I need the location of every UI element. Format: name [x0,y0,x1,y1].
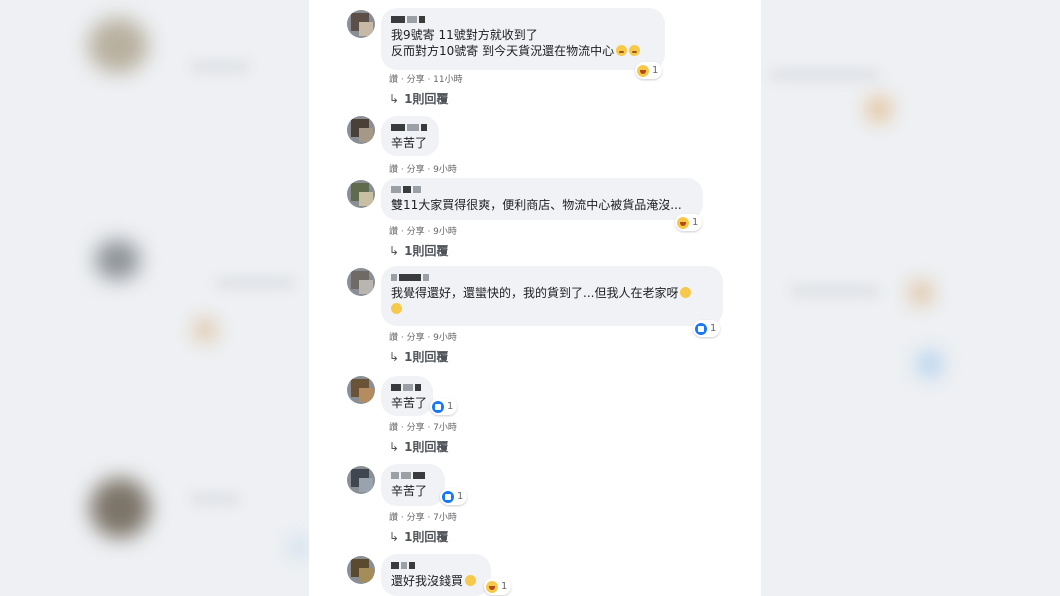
comment-bubble: 我9號寄 11號對方就收到了 反而對方10號寄 到今天貨況還在物流中心 [381,8,665,70]
reply-arrow-icon: ↳ [389,244,400,258]
comment-text: 還好我沒錢買 [391,573,479,589]
smiling-emoji-icon [465,575,477,586]
background-blur-dot [292,540,306,554]
commenter-name-blurred[interactable] [391,184,691,194]
commenter-name-blurred[interactable] [391,560,479,570]
reply-arrow-icon: ↳ [389,92,400,106]
comment-bubble: 雙11大家買得很爽，便利商店、物流中心被貨品淹沒... [381,178,703,220]
crying-emoji-icon [629,45,641,56]
view-replies-link[interactable]: ↳ 1則回覆 [389,528,448,545]
comments-panel: 我9號寄 11號對方就收到了 反而對方10號寄 到今天貨況還在物流中心 1 讚 … [309,0,761,596]
view-replies-link[interactable]: ↳ 1則回覆 [389,438,448,455]
avatar[interactable] [347,116,375,144]
reaction-badge[interactable]: 1 [430,398,458,415]
commenter-name-blurred[interactable] [391,272,711,282]
like-reaction-icon [442,490,454,503]
reaction-count: 1 [692,217,699,228]
background-blur-text [790,286,880,296]
avatar[interactable] [347,10,375,38]
reaction-count: 1 [447,401,454,412]
avatar[interactable] [347,268,375,296]
comment-text: 雙11大家買得很爽，便利商店、物流中心被貨品淹沒... [391,198,682,212]
comment-actions[interactable]: 讚 · 分享 · 9小時 [389,162,457,175]
like-reaction-icon [695,322,707,335]
background-blur-text [215,278,295,288]
reaction-badge[interactable]: 1 [675,214,703,231]
comment-text: 辛苦了 [391,484,428,498]
reaction-count: 1 [457,491,464,502]
haha-reaction-icon [637,64,649,77]
comment-bubble: 辛苦了 [381,116,439,156]
haha-reaction-icon [677,216,689,229]
comment-actions[interactable]: 讚 · 分享 · 7小時 [389,420,457,433]
reaction-badge[interactable]: 1 [484,578,512,595]
avatar[interactable] [347,466,375,494]
commenter-name-blurred[interactable] [391,122,427,132]
comment-bubble: 辛苦了 [381,464,445,506]
reaction-count: 1 [501,581,508,592]
comment-bubble: 我覺得還好，還蠻快的，我的貨到了...但我人在老家呀 [381,266,723,326]
view-replies-link[interactable]: ↳ 1則回覆 [389,242,448,259]
view-replies-link[interactable]: ↳ 1則回覆 [389,90,448,107]
reaction-badge[interactable]: 1 [635,62,663,79]
comment-text: 反而對方10號寄 到今天貨況還在物流中心 [391,43,653,59]
laughing-emoji-icon [680,287,692,298]
commenter-name-blurred[interactable] [391,382,421,392]
reaction-badge[interactable]: 1 [693,320,721,337]
reply-arrow-icon: ↳ [389,440,400,454]
comment-text: 我9號寄 11號對方就收到了 [391,28,538,42]
reaction-count: 1 [710,323,717,334]
reaction-badge[interactable]: 1 [440,488,468,505]
avatar[interactable] [347,556,375,584]
haha-reaction-icon [486,580,498,593]
avatar[interactable] [347,180,375,208]
background-blur-dot [910,282,932,304]
background-blur-dot [918,352,942,376]
view-replies-link[interactable]: ↳ 1則回覆 [389,348,448,365]
comment-actions[interactable]: 讚 · 分享 · 7小時 [389,510,457,523]
comment-actions[interactable]: 讚 · 分享 · 9小時 [389,330,457,343]
background-blur-avatar [88,18,148,73]
background-blur-text [770,70,880,80]
comment-text: 辛苦了 [391,396,428,410]
comment-actions[interactable]: 讚 · 分享 · 11小時 [389,72,463,85]
comment-text-emoji-line [391,301,711,317]
commenter-name-blurred[interactable] [391,470,433,480]
comment-actions[interactable]: 讚 · 分享 · 9小時 [389,224,457,237]
commenter-name-blurred[interactable] [391,14,653,24]
background-blur-avatar [95,240,140,280]
reaction-count: 1 [652,65,659,76]
comment-text: 我覺得還好，還蠻快的，我的貨到了...但我人在老家呀 [391,285,711,301]
crying-emoji-icon [616,45,628,56]
background-blur-dot [195,320,215,340]
like-reaction-icon [432,400,444,413]
comment-text: 辛苦了 [391,136,428,150]
background-blur-text [190,494,240,504]
avatar[interactable] [347,376,375,404]
laughing-emoji-icon [391,303,402,314]
background-blur-text [190,62,250,72]
background-blur-dot [868,98,890,120]
reply-arrow-icon: ↳ [389,350,400,364]
reply-arrow-icon: ↳ [389,530,400,544]
comment-bubble: 辛苦了 [381,376,433,416]
comment-bubble: 還好我沒錢買 [381,554,491,596]
background-blur-avatar [90,478,150,538]
